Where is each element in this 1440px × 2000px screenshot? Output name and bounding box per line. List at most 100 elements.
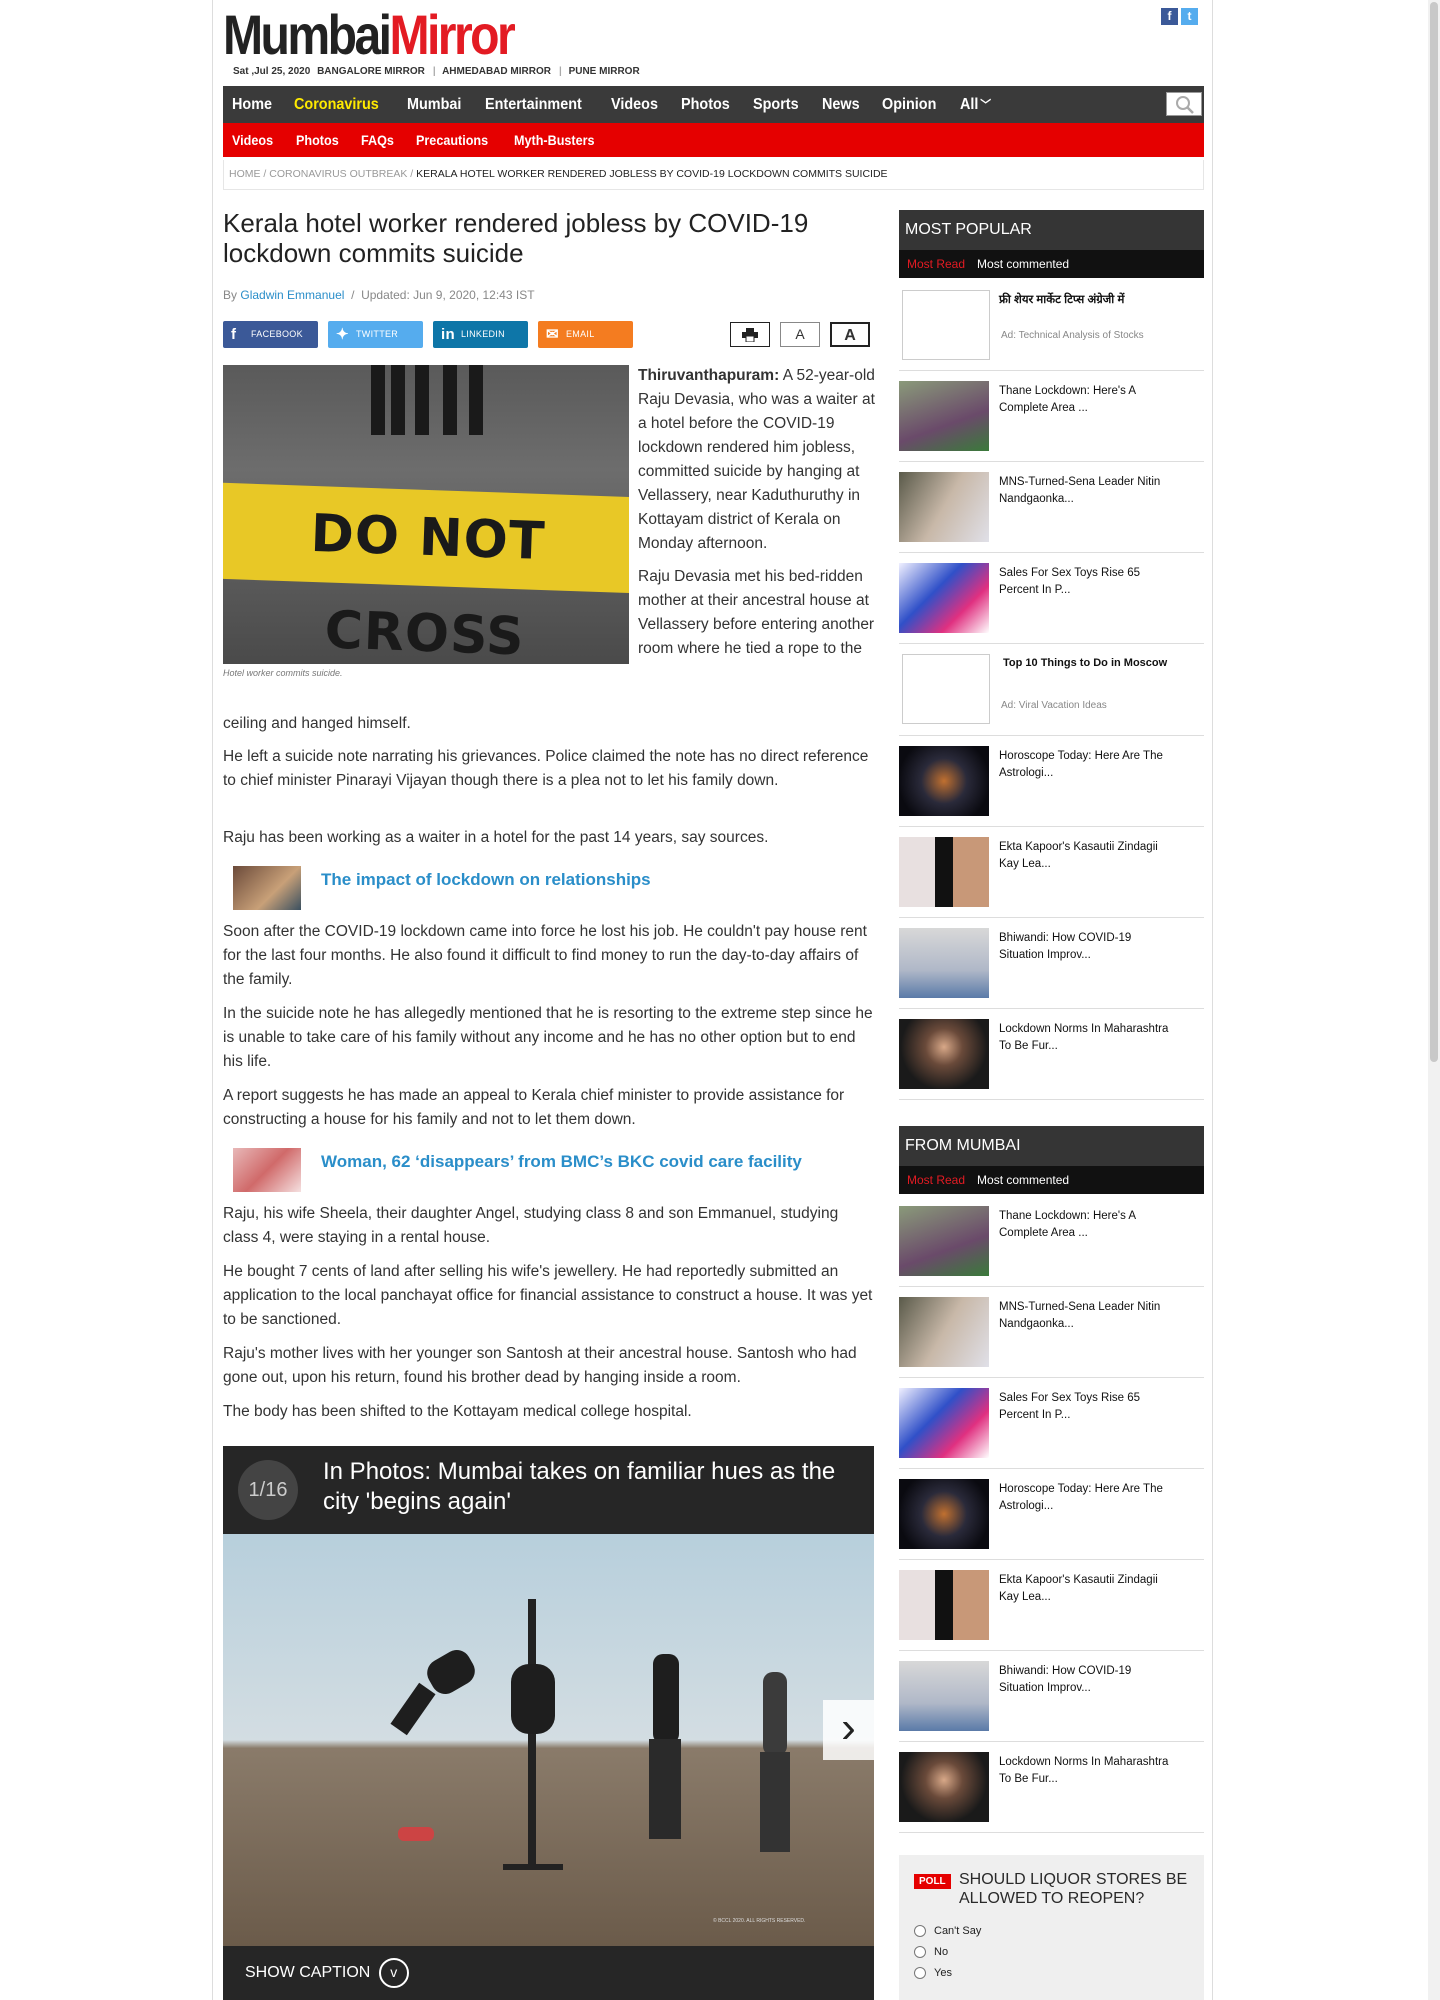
tab-most-read[interactable]: Most Read [907,1173,965,1187]
edition-link[interactable]: AHMEDABAD MIRROR [442,66,551,77]
nav-item-entertainment[interactable]: Entertainment [476,86,591,123]
byline: By Gladwin Emmanuel / Updated: Jun 9, 20… [223,288,535,302]
related-title[interactable]: The impact of lockdown on relationships [321,870,651,890]
poll-option[interactable]: Yes [914,1967,952,1980]
next-slide-button[interactable]: › [823,1700,874,1760]
radio-button[interactable] [914,1946,926,1959]
breadcrumb-home[interactable]: HOME [229,168,261,180]
sidebar-story-item[interactable]: Lockdown Norms In Maharashtra To Be Fur.… [899,1742,1204,1833]
site-logo[interactable]: MumbaiMirror [223,6,516,64]
facebook-icon[interactable]: f [1161,8,1178,25]
radio-button[interactable] [914,1967,926,1980]
nav-item-all[interactable]: All ﹀ [951,86,1000,124]
article-lead: Thiruvanthapuram: A 52-year-old Raju Dev… [638,364,876,661]
tab-most-commented[interactable]: Most commented [977,257,1069,271]
sidebar-story-item[interactable]: Thane Lockdown: Here's A Complete Area .… [899,1196,1204,1287]
sidebar-story-item[interactable]: Sales For Sex Toys Rise 65 Percent In P.… [899,553,1204,644]
image-caption: Hotel worker commits suicide. [223,668,343,678]
nav-item-videos[interactable]: Videos [602,86,667,123]
breadcrumb-section[interactable]: CORONAVIRUS OUTBREAK [269,168,407,180]
radio-button[interactable] [914,1925,926,1938]
gallery-title[interactable]: In Photos: Mumbai takes on familiar hues… [323,1457,863,1517]
sidebar-ad-item[interactable]: Top 10 Things to Do in Moscow Ad: Viral V… [899,644,1204,736]
sidebar-story-item[interactable]: Ekta Kapoor's Kasautii Zindagii Kay Lea.… [899,827,1204,918]
email-icon: ✉ [546,326,559,343]
print-icon [742,328,758,343]
nav-item-sports[interactable]: Sports [744,86,808,123]
sidebar-story-item[interactable]: Bhiwandi: How COVID-19 Situation Improv.… [899,1651,1204,1742]
page: MumbaiMirror Sat ,Jul 25, 2020 BANGALORE… [0,0,1440,2000]
related-link[interactable]: Woman, 62 ‘disappears’ from BMC’s BKC co… [233,1148,873,1192]
nav-item-opinion[interactable]: Opinion [873,86,945,123]
sidebar-story-item[interactable]: Horoscope Today: Here Are The Astrologi.… [899,736,1204,827]
share-twitter-button[interactable]: ✦ TWITTER [328,321,423,348]
show-caption-button[interactable]: SHOW CAPTION v [245,1958,409,1988]
poll-option[interactable]: No [914,1946,948,1959]
tab-most-commented[interactable]: Most commented [977,1173,1069,1187]
article-paragraph: Raju has been working as a waiter in a h… [223,829,769,846]
ad-thumbnail [902,290,990,360]
sidebar-story-item[interactable]: MNS-Turned-Sena Leader Nitin Nandgaonka.… [899,462,1204,553]
chevron-down-icon: v [378,1958,409,1988]
current-date: Sat ,Jul 25, 2020 [233,66,311,77]
from-mumbai-tabs: Most Read Most commented [899,1166,1204,1194]
edition-bar: Sat ,Jul 25, 2020 BANGALORE MIRROR | AHME… [233,66,640,77]
subnav-item-precautions[interactable]: Precautions [407,123,497,157]
subnav-item-myth-busters[interactable]: Myth-Busters [505,123,604,157]
subnav-item-faqs[interactable]: FAQs [352,123,403,157]
sidebar-story-item[interactable]: MNS-Turned-Sena Leader Nitin Nandgaonka.… [899,1287,1204,1378]
page-container: MumbaiMirror Sat ,Jul 25, 2020 BANGALORE… [212,0,1213,2000]
article-paragraph: A report suggests he has made an appeal … [223,1087,845,1128]
chevron-right-icon: › [841,1703,856,1752]
scrollbar[interactable] [1428,0,1440,2000]
edition-link[interactable]: BANGALORE MIRROR [317,66,425,77]
poll-option[interactable]: Can't Say [914,1925,981,1938]
poll-question: SHOULD LIQUOR STORES BE ALLOWED TO REOPE… [959,1871,1188,1907]
related-title[interactable]: Woman, 62 ‘disappears’ from BMC’s BKC co… [321,1152,802,1172]
search-icon [1176,96,1194,114]
share-facebook-button[interactable]: f FACEBOOK [223,321,318,348]
share-linkedin-button[interactable]: in LINKEDIN [433,321,528,348]
subnav-item-videos[interactable]: Videos [223,123,282,157]
facebook-icon: f [231,326,237,343]
from-mumbai-heading: FROM MUMBAI [899,1126,1204,1166]
related-link[interactable]: The impact of lockdown on relationships [233,866,873,910]
print-button[interactable] [730,322,770,347]
twitter-icon[interactable]: t [1181,8,1198,25]
sidebar-ad-item[interactable]: फ्री शेयर मार्केट टिप्स अंग्रेजी में Ad: … [899,280,1204,371]
article-paragraph: He bought 7 cents of land after selling … [223,1263,873,1328]
most-popular-heading: MOST POPULAR [899,210,1204,250]
nav-item-news[interactable]: News [813,86,869,123]
author-link[interactable]: Gladwin Emmanuel [240,288,344,302]
photo-gallery: 1/16 In Photos: Mumbai takes on familiar… [223,1446,874,2000]
article-paragraph: Raju, his wife Sheela, their daughter An… [223,1205,839,1246]
nav-item-home[interactable]: Home [223,86,281,123]
search-button[interactable] [1166,92,1202,116]
gallery-image[interactable]: © BCCL 2020. ALL RIGHTS RESERVED. › [223,1534,874,1946]
font-decrease-button[interactable]: A [780,322,820,347]
article-paragraph: Raju Devasia met his bed-ridden mother a… [638,568,875,657]
sidebar-story-item[interactable]: Thane Lockdown: Here's A Complete Area .… [899,371,1204,462]
tab-most-read[interactable]: Most Read [907,257,965,271]
nav-item-coronavirus[interactable]: Coronavirus [285,86,388,123]
scrollbar-thumb[interactable] [1430,2,1438,1062]
related-thumbnail [233,1148,301,1192]
sidebar-story-item[interactable]: Horoscope Today: Here Are The Astrologi.… [899,1469,1204,1560]
font-increase-button[interactable]: A [830,322,870,347]
sidebar-story-item[interactable]: Bhiwandi: How COVID-19 Situation Improv.… [899,918,1204,1009]
gallery-counter: 1/16 [238,1460,298,1520]
sidebar-story-item[interactable]: Lockdown Norms In Maharashtra To Be Fur.… [899,1009,1204,1100]
twitter-icon: ✦ [336,326,349,343]
poll-widget: POLL SHOULD LIQUOR STORES BE ALLOWED TO … [899,1855,1204,2000]
subnav-item-photos[interactable]: Photos [287,123,348,157]
image-tape-text: DO NOT CROSS [223,482,629,664]
edition-link[interactable]: PUNE MIRROR [569,66,640,77]
sidebar-story-item[interactable]: Ekta Kapoor's Kasautii Zindagii Kay Lea.… [899,1560,1204,1651]
ad-sponsor: Ad: Technical Analysis of Stocks [1001,330,1144,341]
article-paragraph: The body has been shifted to the Kottaya… [223,1403,692,1420]
share-email-button[interactable]: ✉ EMAIL [538,321,633,348]
nav-item-photos[interactable]: Photos [672,86,739,123]
nav-item-mumbai[interactable]: Mumbai [398,86,470,123]
sidebar-story-item[interactable]: Sales For Sex Toys Rise 65 Percent In P.… [899,1378,1204,1469]
main-nav: Home Coronavirus Mumbai Entertainment Videos… [223,86,1204,123]
